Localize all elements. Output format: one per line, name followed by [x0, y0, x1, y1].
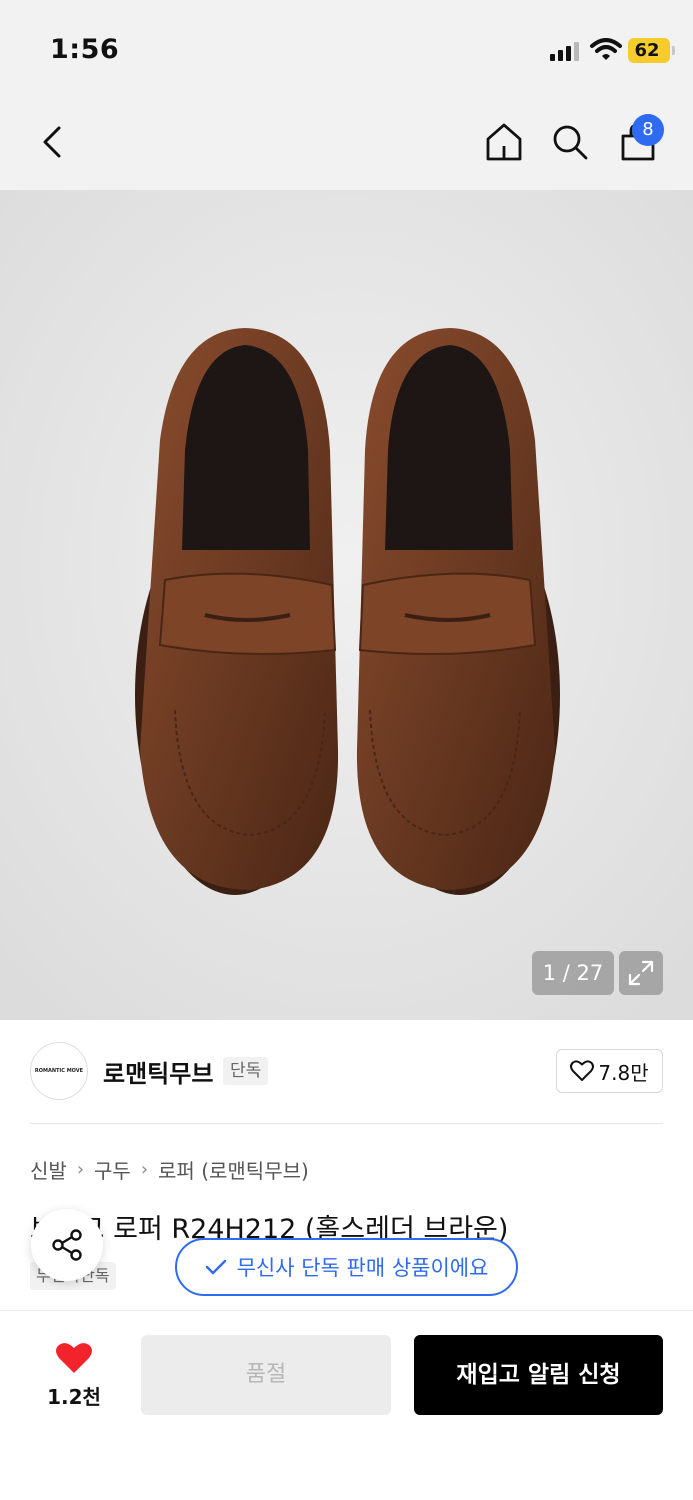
breadcrumb-item[interactable]: 로퍼 (로맨틱무브)	[158, 1155, 309, 1184]
wifi-icon	[590, 38, 622, 60]
status-bar: 1:56 62	[0, 0, 693, 100]
signal-icon	[550, 42, 579, 61]
share-button[interactable]	[31, 1209, 103, 1281]
bottom-action-bar: 1.2천 품절 재입고 알림 신청	[0, 1310, 693, 1500]
brand-logo-text: ROMANTIC MOVE	[34, 1068, 84, 1074]
chevron-right-icon: ›	[140, 1159, 149, 1180]
divider	[30, 1123, 663, 1124]
search-icon	[553, 125, 588, 160]
restock-alert-button[interactable]: 재입고 알림 신청	[414, 1335, 663, 1415]
status-time: 1:56	[50, 34, 120, 65]
exclusive-notice-text: 무신사 단독 판매 상품이에요	[236, 1256, 489, 1280]
brand-logo[interactable]: ROMANTIC MOVE	[30, 1042, 88, 1100]
expand-icon	[628, 960, 654, 986]
battery-level: 62	[634, 40, 660, 61]
wishlist-count: 1.2천	[47, 1385, 101, 1409]
breadcrumb-item[interactable]: 신발	[30, 1155, 67, 1184]
soldout-button[interactable]: 품절	[141, 1335, 391, 1415]
brand-name[interactable]: 로맨틱무브	[103, 1054, 213, 1089]
brand-like-count: 7.8만	[598, 1060, 649, 1085]
wishlist-button[interactable]: 1.2천	[38, 1337, 110, 1409]
product-image[interactable]	[0, 190, 693, 1020]
battery-indicator: 62	[628, 38, 675, 63]
brand-like-button[interactable]: 7.8만	[556, 1049, 663, 1093]
checkmark-icon	[205, 1259, 226, 1275]
breadcrumb-item[interactable]: 구두	[94, 1155, 131, 1184]
home-button[interactable]	[480, 118, 528, 166]
share-icon	[52, 1229, 82, 1261]
image-counter: 1 / 27	[532, 951, 614, 995]
brand-exclusive-tag: 단독	[223, 1057, 269, 1085]
heart-filled-icon	[56, 1343, 92, 1373]
search-button[interactable]	[546, 118, 594, 166]
heart-outline-icon	[570, 1060, 595, 1081]
breadcrumb: 신발 › 구두 › 로퍼 (로맨틱무브)	[30, 1155, 309, 1184]
home-icon	[486, 123, 522, 161]
loafer-shoes-image	[0, 190, 693, 1020]
expand-image-button[interactable]	[619, 951, 663, 995]
back-button[interactable]	[28, 118, 76, 166]
chevron-right-icon: ›	[76, 1159, 85, 1180]
cart-count-badge: 8	[632, 114, 664, 146]
chevron-left-icon	[43, 126, 61, 158]
exclusive-notice-toast: 무신사 단독 판매 상품이에요	[175, 1238, 518, 1296]
brand-row: ROMANTIC MOVE 로맨틱무브 단독 7.8만	[0, 1020, 693, 1124]
top-navigation	[0, 100, 693, 190]
